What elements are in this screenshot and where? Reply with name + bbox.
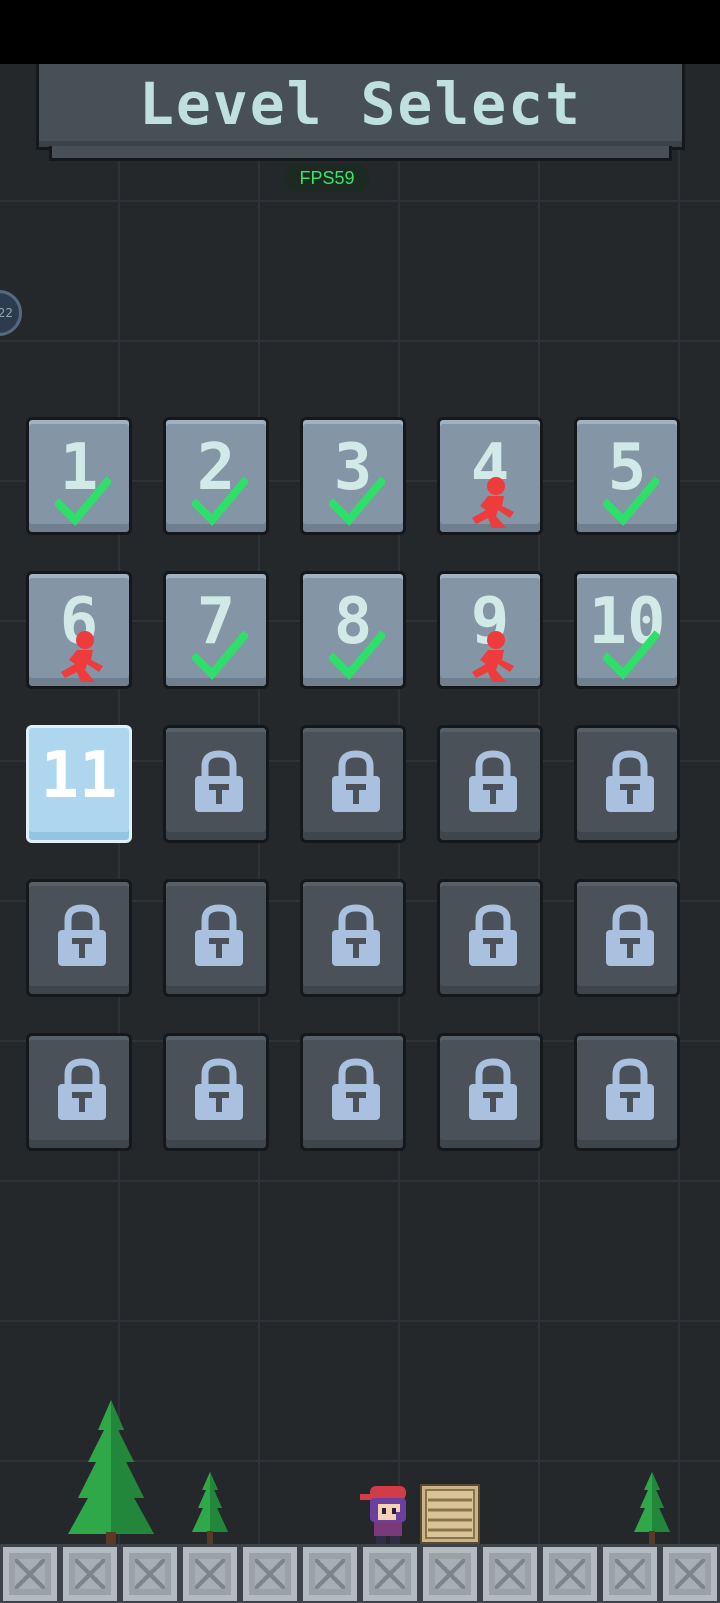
ground-block [60, 1544, 120, 1603]
pine-tree-icon [68, 1400, 154, 1545]
ground-block [360, 1544, 420, 1603]
level-tile-locked [26, 1033, 132, 1151]
level-select-screen: Level Select FPS59 22 1 2 3 4 5 6 7 8 9 10 11 [0, 64, 720, 1603]
level-tile-10[interactable]: 10 [574, 571, 680, 689]
level-tile-locked [437, 1033, 543, 1151]
check-icon [55, 476, 111, 526]
level-tile-11[interactable]: 11 [26, 725, 132, 843]
lock-icon [58, 1058, 106, 1120]
level-tile-locked [300, 725, 406, 843]
level-tile-locked [300, 879, 406, 997]
red-runner-icon [472, 477, 514, 528]
level-tile-1[interactable]: 1 [26, 417, 132, 535]
level-tile-locked [163, 879, 269, 997]
ground-block [0, 1544, 60, 1603]
check-icon [192, 630, 248, 680]
ground-block [660, 1544, 720, 1603]
ground-block [180, 1544, 240, 1603]
level-number: 11 [40, 739, 118, 813]
check-icon [603, 630, 659, 680]
lock-icon [195, 1058, 243, 1120]
lock-icon [332, 904, 380, 966]
lock-icon [195, 904, 243, 966]
level-tile-9[interactable]: 9 [437, 571, 543, 689]
player-character-icon[interactable] [356, 1482, 420, 1544]
small-pine-tree-icon [192, 1472, 228, 1544]
level-tile-locked [574, 725, 680, 843]
check-icon [192, 476, 248, 526]
level-tile-3[interactable]: 3 [300, 417, 406, 535]
wooden-crate-icon [420, 1484, 480, 1544]
level-tile-5[interactable]: 5 [574, 417, 680, 535]
level-tile-locked [574, 879, 680, 997]
level-tile-locked [437, 725, 543, 843]
lock-icon [195, 750, 243, 812]
lock-icon [469, 750, 517, 812]
floating-assist-bubble-label: 22 [0, 306, 13, 320]
ground-block [120, 1544, 180, 1603]
check-icon [329, 630, 385, 680]
level-tile-2[interactable]: 2 [163, 417, 269, 535]
level-tile-6[interactable]: 6 [26, 571, 132, 689]
ground-block [300, 1544, 360, 1603]
lock-icon [606, 904, 654, 966]
level-tile-locked [163, 1033, 269, 1151]
level-grid: 1 2 3 4 5 6 7 8 9 10 11 [26, 417, 696, 1157]
lock-icon [332, 750, 380, 812]
ground-block [480, 1544, 540, 1603]
lock-icon [606, 750, 654, 812]
ground-strip [0, 1544, 720, 1603]
floating-assist-bubble[interactable]: 22 [0, 290, 22, 336]
level-tile-7[interactable]: 7 [163, 571, 269, 689]
ground-block [600, 1544, 660, 1603]
lock-icon [469, 904, 517, 966]
ground-block [240, 1544, 300, 1603]
lock-icon [332, 1058, 380, 1120]
lock-icon [58, 904, 106, 966]
level-tile-locked [574, 1033, 680, 1151]
level-tile-locked [163, 725, 269, 843]
check-icon [329, 476, 385, 526]
check-icon [603, 476, 659, 526]
level-tile-locked [300, 1033, 406, 1151]
red-runner-icon [61, 631, 103, 682]
small-pine-tree-icon [634, 1472, 670, 1544]
status-bar [0, 0, 720, 64]
title-banner: Level Select [36, 64, 685, 161]
level-tile-locked [437, 879, 543, 997]
lock-icon [469, 1058, 517, 1120]
level-tile-8[interactable]: 8 [300, 571, 406, 689]
red-runner-icon [472, 631, 514, 682]
level-tile-locked [26, 879, 132, 997]
ground-block [420, 1544, 480, 1603]
level-tile-4[interactable]: 4 [437, 417, 543, 535]
fps-counter: FPS59 [284, 164, 370, 192]
page-title: Level Select [138, 70, 583, 138]
ground-block [540, 1544, 600, 1603]
lock-icon [606, 1058, 654, 1120]
